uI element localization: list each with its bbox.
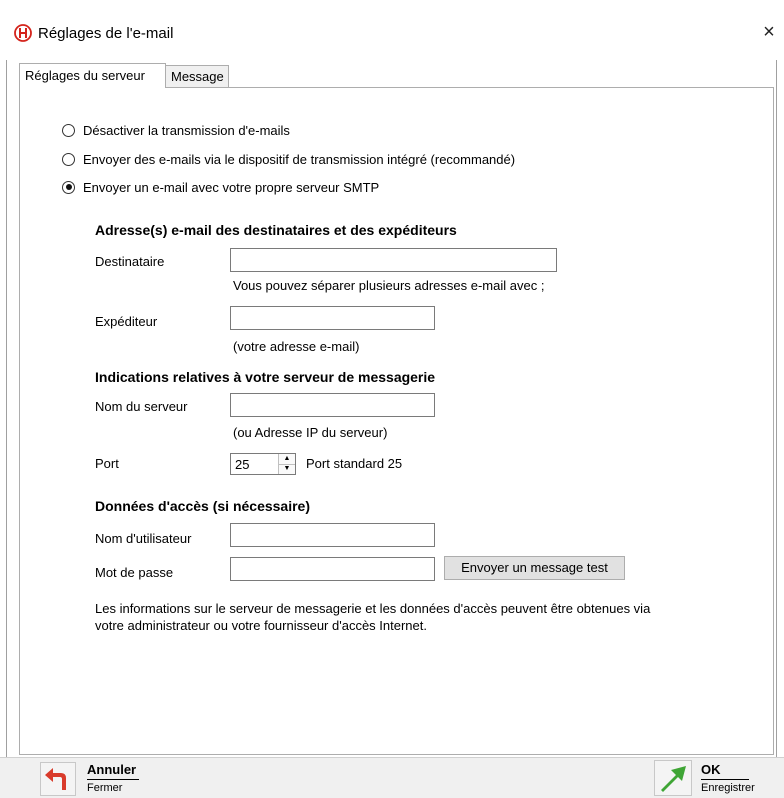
username-label: Nom d'utilisateur — [95, 531, 192, 546]
server-name-input[interactable] — [230, 393, 435, 417]
section-heading-server: Indications relatives à votre serveur de… — [95, 369, 436, 385]
radio-button[interactable] — [62, 123, 75, 137]
window-title: Réglages de l'e-mail — [38, 25, 174, 42]
server-name-label: Nom du serveur — [95, 399, 188, 414]
section-heading-addresses: Adresse(s) e-mail des destinataires et d… — [95, 222, 457, 238]
ok-arrow-icon[interactable] — [654, 760, 692, 796]
recipient-hint: Vous pouvez séparer plusieurs adresses e… — [233, 278, 545, 293]
section-heading-access: Données d'accès (si nécessaire) — [95, 498, 310, 514]
title-bar: Réglages de l'e-mail × — [0, 0, 784, 60]
port-hint: Port standard 25 — [306, 456, 403, 471]
tab-message[interactable]: Message — [165, 65, 229, 87]
radio-label: Désactiver la transmission d'e-mails — [83, 122, 290, 138]
cancel-button[interactable]: Annuler — [87, 762, 136, 777]
ok-underline — [701, 779, 749, 780]
back-arrow-icon[interactable] — [40, 762, 76, 796]
port-stepper[interactable]: 25 ▲ ▼ — [230, 453, 296, 475]
send-test-message-button[interactable]: Envoyer un message test — [444, 556, 625, 580]
port-stepper-buttons: ▲ ▼ — [278, 454, 295, 474]
username-input[interactable] — [230, 523, 435, 547]
window-frame-left — [6, 60, 7, 760]
radio-label: Envoyer un e-mail avec votre propre serv… — [83, 179, 380, 195]
sender-input[interactable] — [230, 306, 435, 330]
port-value: 25 — [235, 457, 250, 472]
port-label: Port — [95, 456, 119, 471]
radio-disable-transmission[interactable]: Désactiver la transmission d'e-mails — [62, 121, 290, 139]
radio-button-selected[interactable] — [62, 180, 75, 194]
radio-button[interactable] — [62, 152, 75, 166]
recipient-label: Destinataire — [95, 254, 165, 269]
server-name-hint: (ou Adresse IP du serveur) — [233, 425, 388, 440]
window-frame-right — [776, 60, 777, 760]
password-label: Mot de passe — [95, 565, 174, 580]
ok-button[interactable]: OK — [701, 762, 721, 777]
spin-down-icon[interactable]: ▼ — [279, 464, 295, 474]
info-text: Les informations sur le serveur de messa… — [95, 601, 651, 633]
radio-own-smtp[interactable]: Envoyer un e-mail avec votre propre serv… — [62, 178, 379, 196]
close-icon[interactable]: × — [757, 20, 781, 44]
sender-hint: (votre adresse e-mail) — [233, 339, 360, 354]
cancel-underline — [87, 779, 139, 780]
radio-label: Envoyer des e-mails via le dispositif de… — [83, 151, 516, 167]
tab-server-settings[interactable]: Réglages du serveur — [19, 63, 166, 88]
ok-subtitle: Enregistrer — [701, 782, 755, 794]
recipient-input[interactable] — [230, 248, 557, 272]
cancel-subtitle: Fermer — [87, 782, 123, 794]
app-logo-icon — [14, 24, 32, 42]
password-input[interactable] — [230, 557, 435, 581]
radio-integrated-device[interactable]: Envoyer des e-mails via le dispositif de… — [62, 150, 515, 168]
sender-label: Expéditeur — [95, 314, 158, 329]
